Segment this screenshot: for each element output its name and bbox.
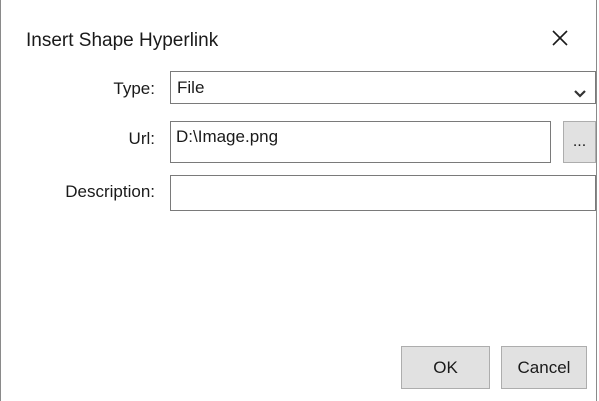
description-input[interactable] bbox=[170, 175, 596, 211]
type-select[interactable]: File bbox=[170, 71, 596, 104]
description-label: Description: bbox=[65, 182, 155, 201]
close-icon bbox=[552, 30, 568, 46]
close-button[interactable] bbox=[547, 25, 573, 51]
cancel-button[interactable]: Cancel bbox=[501, 346, 587, 389]
ok-button[interactable]: OK bbox=[401, 346, 490, 389]
url-label: Url: bbox=[128, 129, 155, 148]
browse-button[interactable]: ... bbox=[563, 121, 596, 163]
insert-shape-hyperlink-dialog: Insert Shape Hyperlink Type: File Url: .… bbox=[0, 0, 597, 401]
dialog-title: Insert Shape Hyperlink bbox=[26, 30, 219, 51]
type-label: Type: bbox=[113, 79, 155, 98]
url-input[interactable] bbox=[170, 121, 551, 163]
chevron-down-icon bbox=[573, 84, 587, 104]
type-select-value: File bbox=[177, 78, 205, 97]
